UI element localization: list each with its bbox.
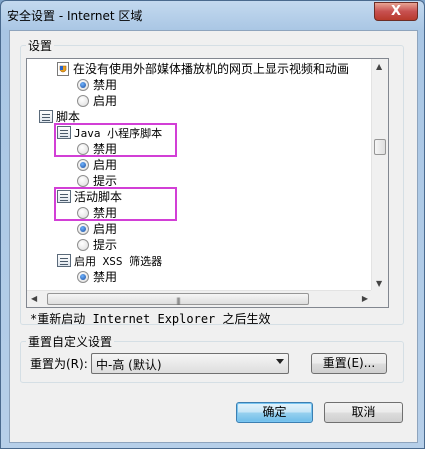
radio-button[interactable] [77, 175, 89, 187]
window-title: 安全设置 - Internet 区域 [7, 9, 143, 23]
tree-item-media: 在没有使用外部媒体播放机的网页上显示视频和动画 [57, 61, 349, 77]
settings-tree[interactable]: 在没有使用外部媒体播放机的网页上显示视频和动画 禁用 启用 脚本 Java 小程… [26, 58, 389, 308]
radio-label: 提示 [93, 174, 118, 188]
radio-button[interactable] [77, 223, 89, 235]
reset-group-label: 重置自定义设置 [26, 333, 115, 350]
highlight-box-active [54, 187, 177, 221]
radio-label: 提示 [93, 238, 118, 252]
settings-group-label: 设置 [26, 37, 55, 54]
close-icon: X [390, 4, 402, 19]
tree-item-media-label: 在没有使用外部媒体播放机的网页上显示视频和动画 [73, 62, 350, 76]
radio-label: 启用 [93, 222, 118, 236]
radio-media-disable[interactable]: 禁用 [77, 77, 117, 93]
restart-note: *重新启动 Internet Explorer 之后生效 [30, 312, 271, 326]
radio-button[interactable] [77, 79, 89, 91]
tree-item-xss-filter: 启用 XSS 筛选器 [57, 253, 162, 269]
scroll-right-icon[interactable]: ▶ [362, 294, 368, 303]
scroll-corner [371, 290, 388, 307]
horizontal-scroll-thumb[interactable]: ||| [47, 293, 309, 305]
radio-button[interactable] [77, 95, 89, 107]
radio-active-enable[interactable]: 启用 [77, 221, 117, 237]
scroll-up-icon[interactable]: ▲ [376, 62, 382, 71]
radio-media-enable[interactable]: 启用 [77, 93, 117, 109]
chevron-down-icon[interactable] [276, 359, 284, 364]
radio-java-enable[interactable]: 启用 [77, 157, 117, 173]
reset-to-label: 重置为(R): [30, 357, 88, 371]
ok-button[interactable]: 确定 [236, 402, 313, 423]
reset-button[interactable]: 重置(E)... [311, 353, 387, 374]
highlight-box-java [54, 123, 177, 157]
radio-active-prompt[interactable]: 提示 [77, 237, 117, 253]
scroll-left-icon[interactable]: ◀ [31, 294, 37, 303]
security-level-select[interactable]: 中-高 (默认) [91, 353, 289, 374]
vertical-scroll-thumb[interactable] [374, 139, 386, 155]
radio-button[interactable] [77, 239, 89, 251]
radio-label: 禁用 [93, 270, 118, 284]
radio-button[interactable] [77, 271, 89, 283]
horizontal-scrollbar[interactable]: ◀ ||| ▶ [27, 290, 372, 307]
tree-item-scripting-label: 脚本 [56, 110, 81, 124]
shield-icon [57, 62, 69, 76]
vertical-scrollbar[interactable]: ▲ ▼ [371, 59, 388, 291]
tree-item-xss-label: 启用 XSS 筛选器 [74, 255, 163, 268]
radio-label: 启用 [93, 158, 118, 172]
grip-icon: ||| [175, 297, 181, 305]
radio-button[interactable] [77, 159, 89, 171]
close-button[interactable]: X [374, 2, 418, 21]
scroll-down-icon[interactable]: ▼ [376, 279, 382, 288]
security-level-value: 中-高 (默认) [96, 358, 162, 372]
radio-xss-disable[interactable]: 禁用 [77, 269, 117, 285]
script-icon [57, 254, 71, 267]
script-icon [39, 110, 53, 123]
cancel-button[interactable]: 取消 [324, 402, 403, 423]
radio-label: 启用 [93, 94, 118, 108]
radio-label: 禁用 [93, 78, 118, 92]
